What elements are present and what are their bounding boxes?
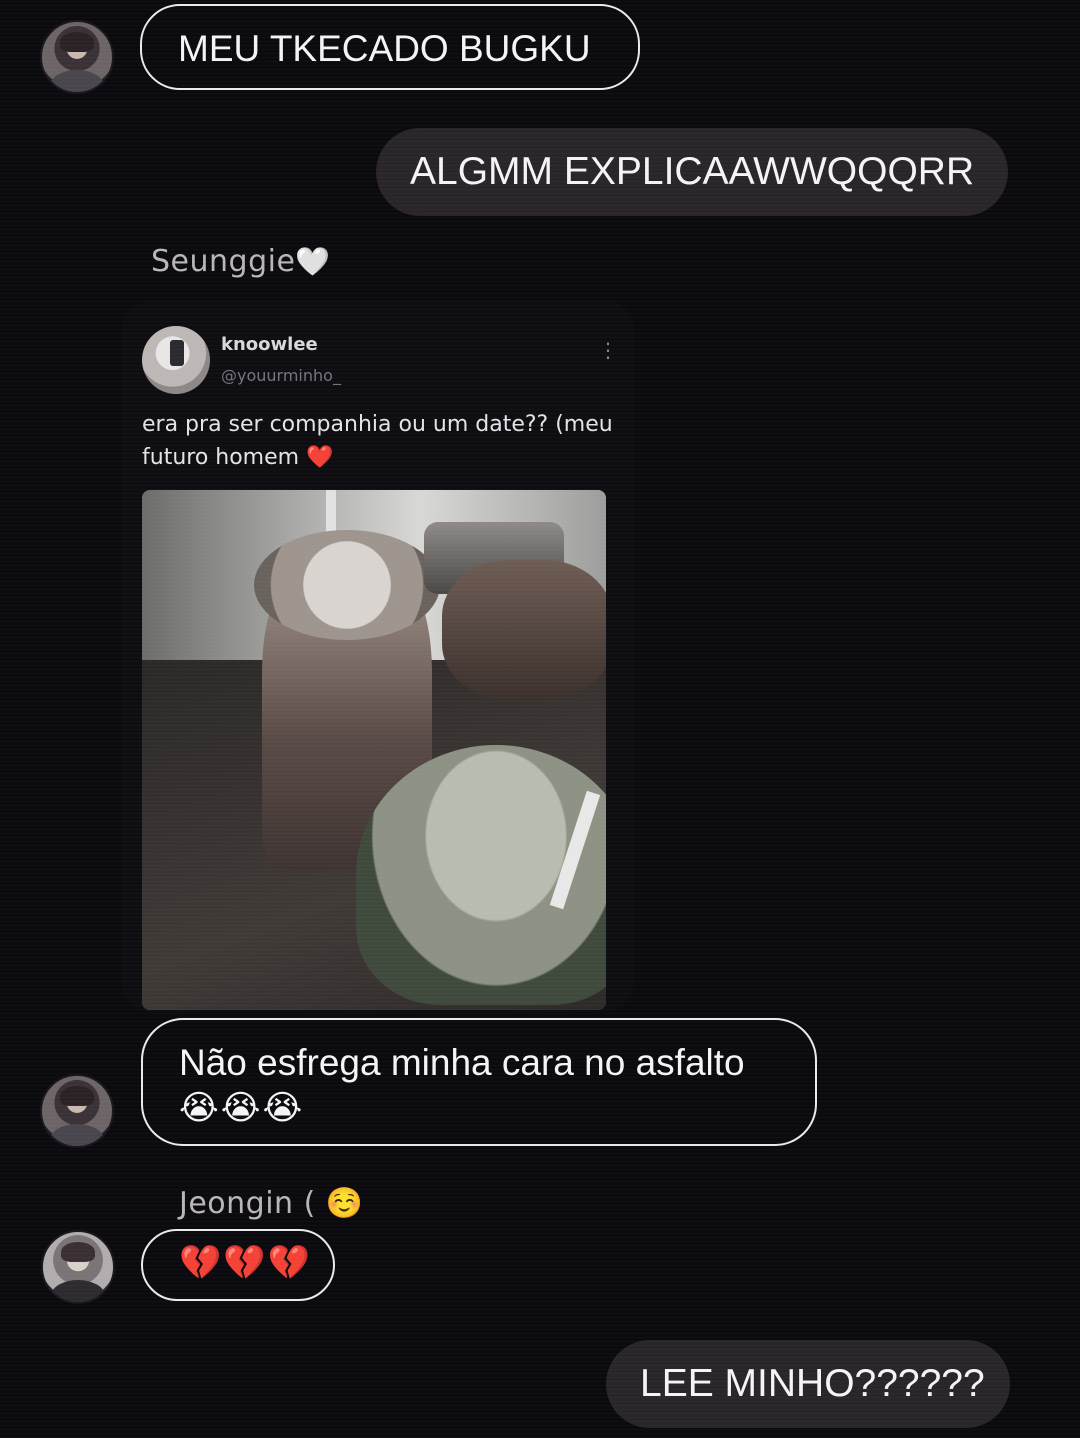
photo-hand [442,560,606,700]
avatar-1[interactable] [40,20,114,94]
heart-icon: ❤️ [306,445,334,470]
message-text: MEU TKECADO BUGKU [178,28,591,69]
avatar-hair [60,1086,94,1106]
sender-name-jeongin: Jeongin ( ☺️ [179,1186,364,1221]
avatar-hair [60,32,94,52]
message-text: LEE MINHO?????? [640,1362,985,1405]
avatar-hair [61,1242,95,1262]
message-text: Não esfrega minha cara no asfalto [179,1042,745,1083]
post-avatar[interactable] [142,326,210,394]
white-heart-icon: 🤍 [295,245,331,278]
smiling-emoji-icon: ☺️ [325,1186,364,1221]
shared-post-card[interactable]: knoowlee @youurminho_ ⋮ era pra ser comp… [122,300,634,1012]
message-bubble-1[interactable]: MEU TKECADO BUGKU [140,4,640,90]
photo-cup-lid [254,530,440,640]
message-bubble-2[interactable]: ALGMM EXPLICAAWWQQQRR [376,128,1008,216]
message-bubble-3[interactable]: Não esfrega minha cara no asfalto 😭😭😭 [141,1018,817,1146]
sender-name-text: Seunggie [151,244,296,279]
sender-name-seunggie: Seunggie🤍 [151,244,331,279]
message-text: ALGMM EXPLICAAWWQQQRR [410,150,975,193]
post-caption-text: era pra ser companhia ou um date?? (meu … [142,412,613,470]
avatar-3[interactable] [41,1230,115,1304]
more-options-icon[interactable]: ⋮ [598,338,618,363]
post-username[interactable]: knoowlee [221,334,318,355]
message-bubble-4[interactable]: 💔💔💔 [141,1229,335,1301]
post-handle: @youurminho_ [221,366,341,385]
message-bubble-5[interactable]: LEE MINHO?????? [606,1340,1010,1428]
phone-icon [170,340,184,366]
sender-name-text: Jeongin ( [179,1186,316,1221]
post-photo[interactable] [142,490,606,1010]
avatar-2[interactable] [40,1074,114,1148]
post-caption: era pra ser companhia ou um date?? (meu … [142,408,622,474]
crying-emojis: 😭😭😭 [179,1089,305,1127]
avatar-body [50,1124,104,1146]
broken-heart-emojis: 💔💔💔 [179,1244,313,1282]
avatar-body [50,70,104,92]
avatar-body [51,1280,105,1302]
